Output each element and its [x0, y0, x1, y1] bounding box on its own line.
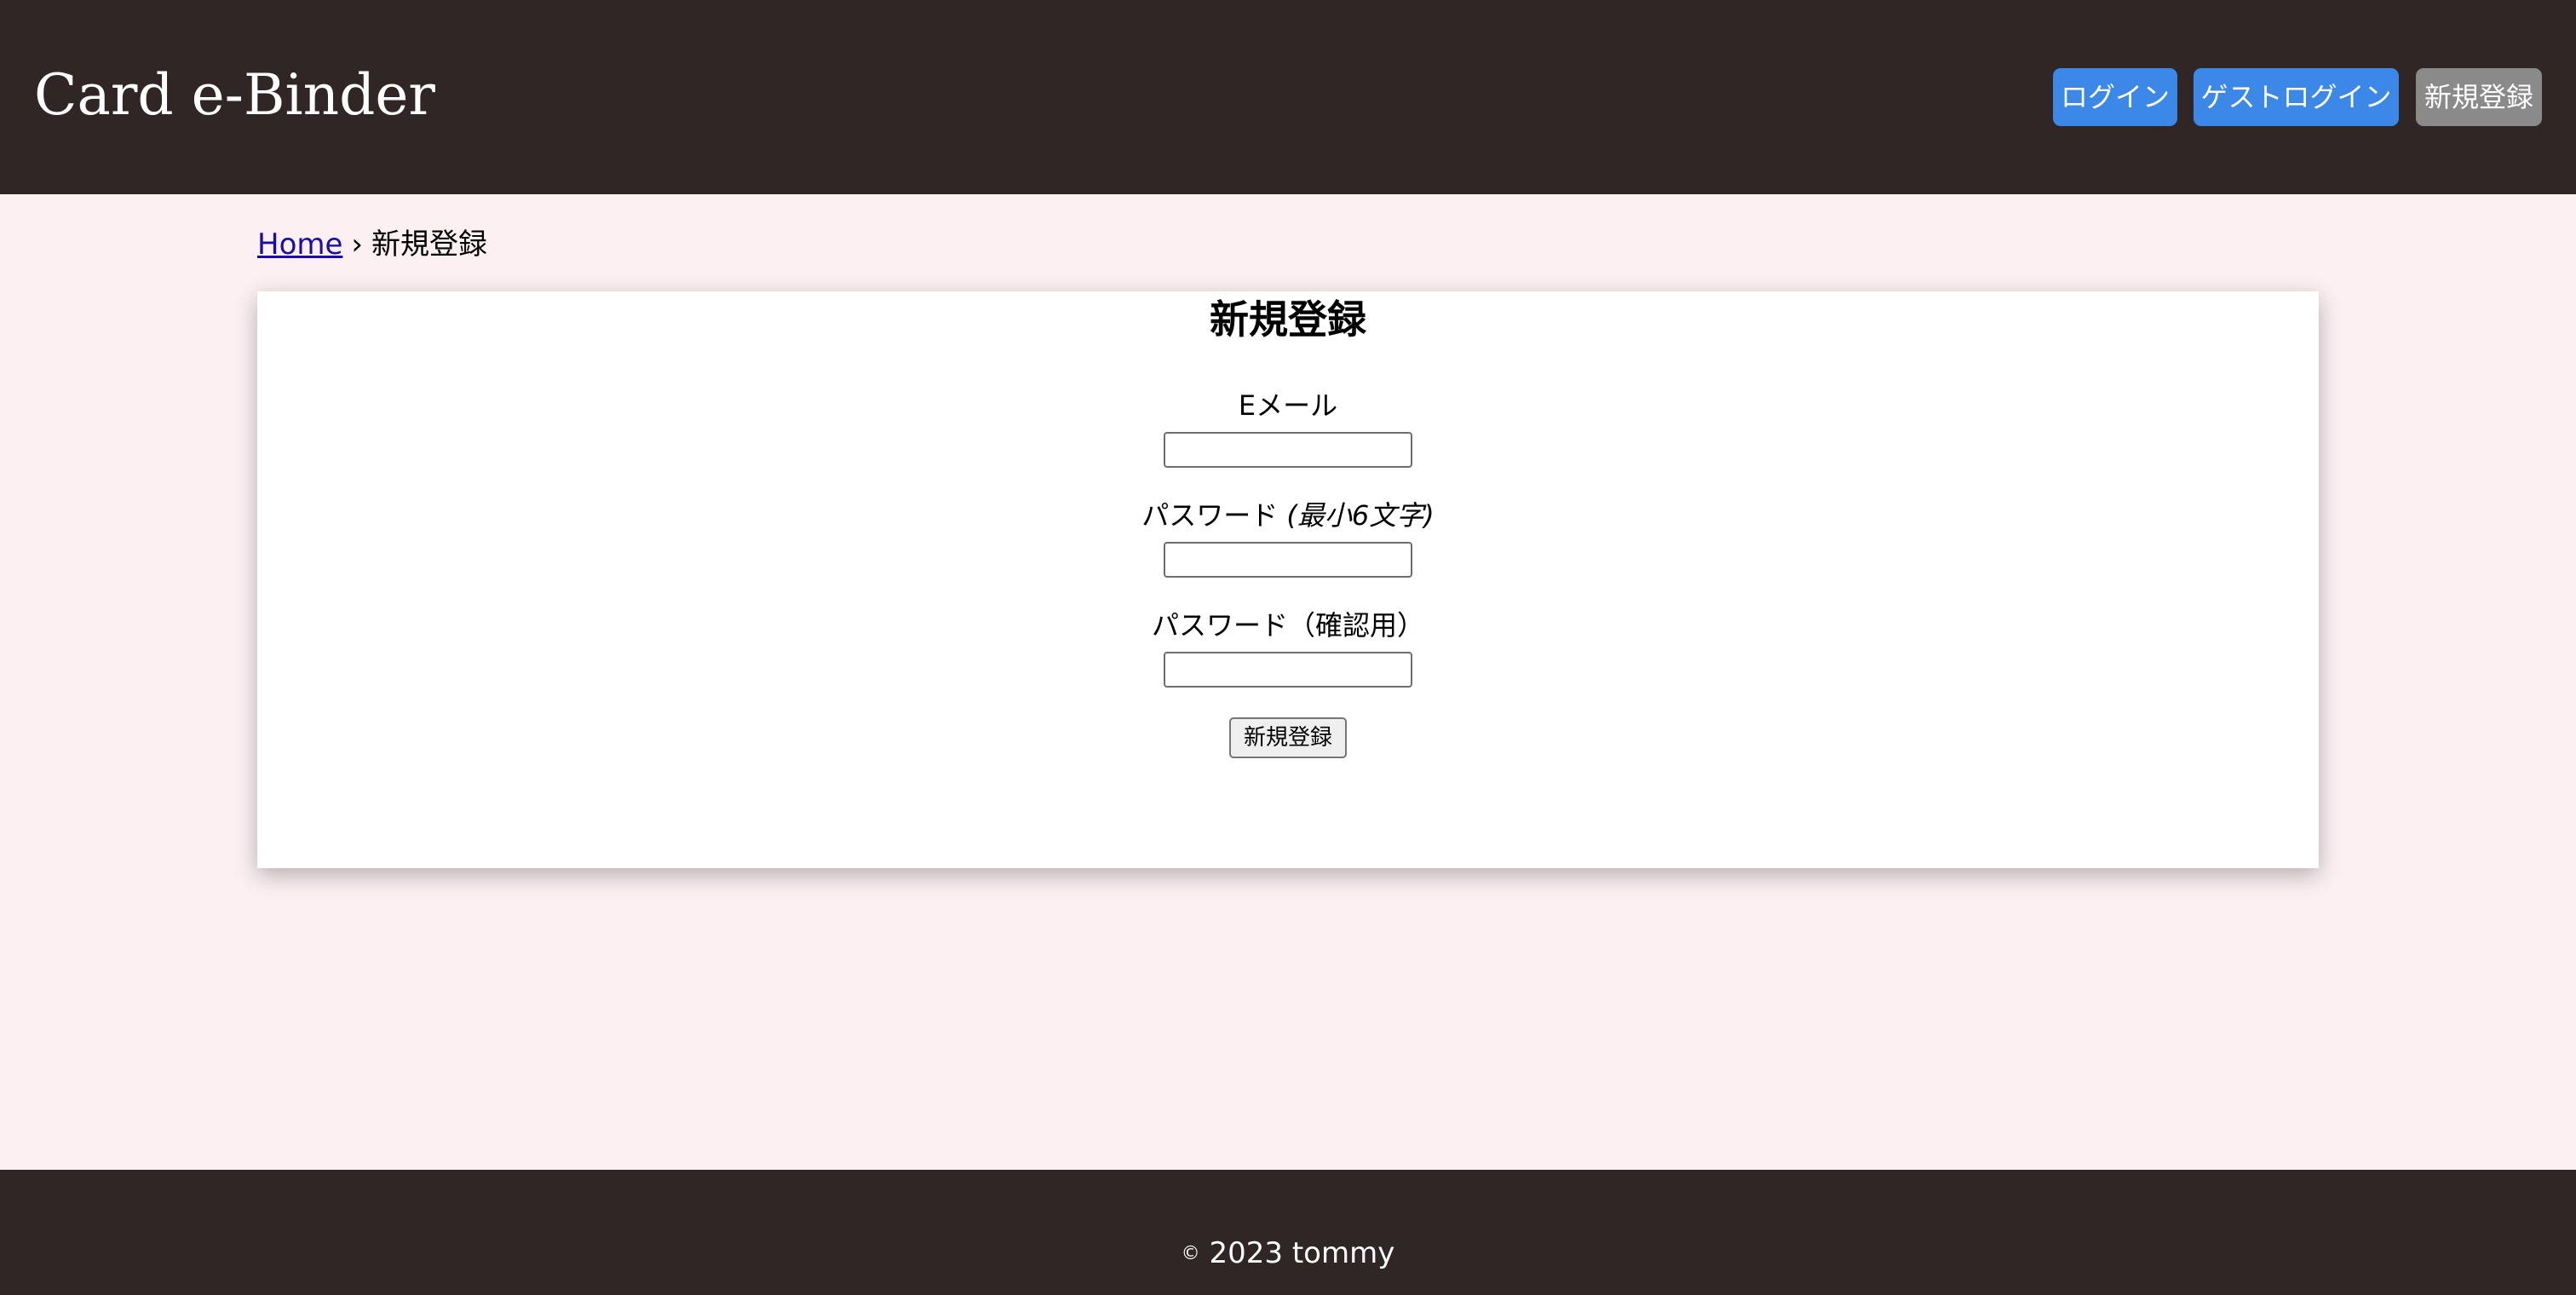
breadcrumb-separator: ›	[351, 227, 364, 262]
password-label-text: パスワード	[1141, 499, 1279, 532]
breadcrumb: Home › 新規登録	[257, 223, 487, 266]
password-field[interactable]	[1164, 542, 1412, 578]
copyright-text: 2023 tommy	[1209, 1236, 1395, 1270]
email-field[interactable]	[1164, 432, 1412, 468]
register-nav-button[interactable]: 新規登録	[2416, 68, 2542, 126]
site-header: Card e-Binder ログイン ゲストログイン 新規登録	[0, 0, 2576, 194]
email-label: Eメール	[0, 384, 2576, 427]
login-button[interactable]: ログイン	[2053, 68, 2177, 126]
password-confirm-label-text: パスワード（確認用）	[1151, 609, 1424, 642]
breadcrumb-current: 新規登録	[371, 227, 488, 262]
email-label-text: Eメール	[1238, 389, 1338, 422]
password-confirm-field[interactable]	[1164, 652, 1412, 688]
copyright: © 2023 tommy	[0, 1232, 2576, 1275]
page: Card e-Binder ログイン ゲストログイン 新規登録 Home › 新規登…	[0, 0, 2576, 1295]
site-logo[interactable]: Card e-Binder	[34, 53, 435, 138]
password-hint: (最小6文字)	[1286, 499, 1435, 532]
password-confirm-label: パスワード（確認用）	[0, 604, 2576, 647]
password-label: パスワード (最小6文字)	[0, 494, 2576, 537]
copyright-symbol: ©	[1181, 1243, 1200, 1264]
page-title: 新規登録	[1210, 296, 1366, 342]
guest-login-button[interactable]: ゲストログイン	[2194, 68, 2399, 126]
register-form-card	[257, 291, 2319, 868]
breadcrumb-home-link[interactable]: Home	[257, 227, 342, 262]
register-submit-button[interactable]: 新規登録	[1229, 717, 1347, 758]
